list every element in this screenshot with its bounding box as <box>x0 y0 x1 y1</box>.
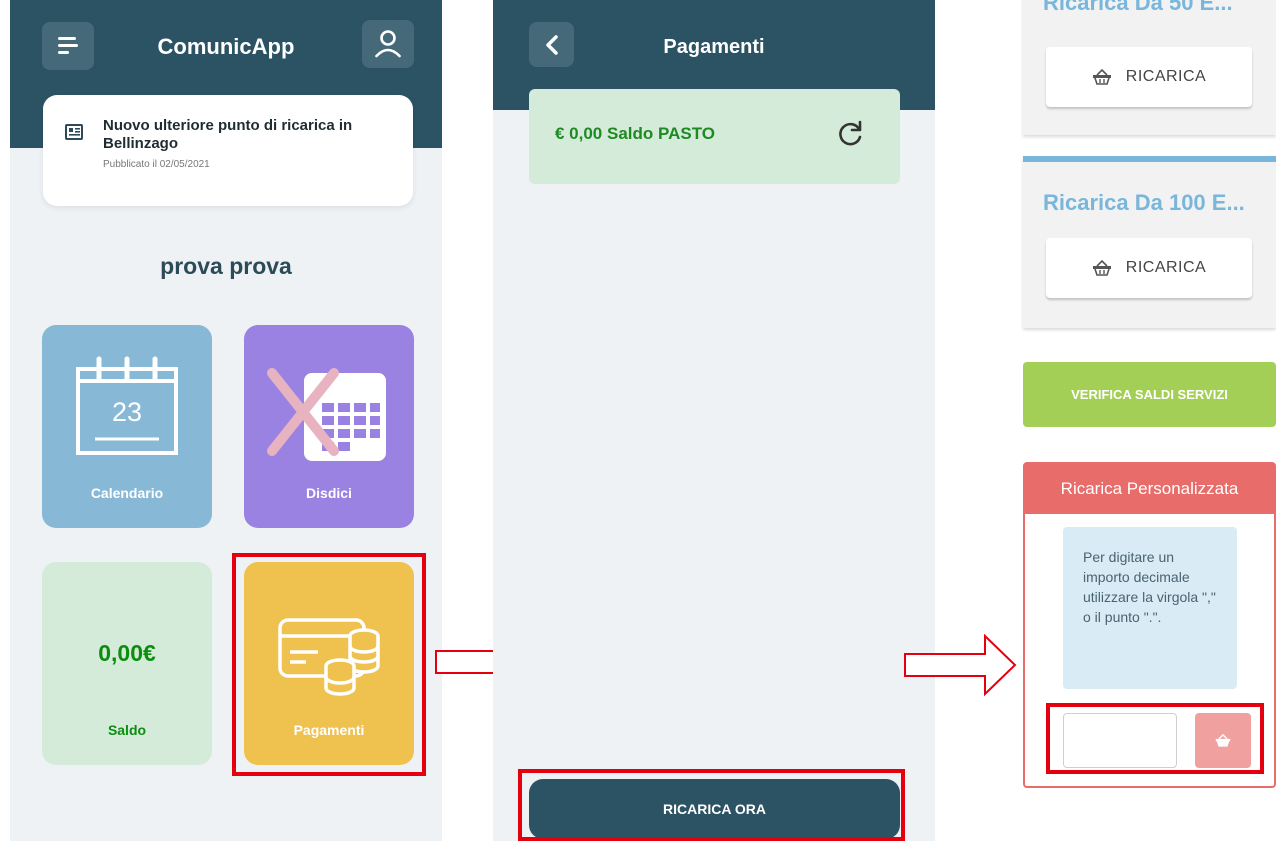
arrow-right-icon <box>904 634 1017 696</box>
recharge-screen: Ricarica Da 50 E... RICARICA Ricarica Da… <box>1020 0 1276 841</box>
profile-button[interactable] <box>362 20 414 68</box>
recharge-card-50-title: Ricarica Da 50 E... <box>1043 0 1233 15</box>
tile-saldo-label: Saldo <box>107 722 147 738</box>
tile-pagamenti[interactable]: Pagamenti <box>244 562 414 765</box>
recharge-100-button[interactable]: RICARICA <box>1046 238 1252 298</box>
news-date: Pubblicato il 02/05/2021 <box>103 159 210 170</box>
recharge-50-button[interactable]: RICARICA <box>1046 47 1252 107</box>
user-icon <box>375 30 401 58</box>
balance-text: € 0,00 Saldo PASTO <box>555 124 715 143</box>
user-name: prova prova <box>160 253 292 279</box>
refresh-icon[interactable] <box>835 119 865 149</box>
news-card[interactable]: Nuovo ulteriore punto di ricarica in Bel… <box>43 95 413 206</box>
tile-disdici[interactable]: Disdici <box>244 325 414 528</box>
tile-calendario-label: Calendario <box>90 485 164 501</box>
saldo-amount: 0,00€ <box>98 640 156 666</box>
basket-icon <box>1092 260 1111 276</box>
basket-icon <box>1215 734 1231 747</box>
tile-saldo[interactable]: 0,00€ Saldo <box>42 562 212 765</box>
recharge-card-100-title: Ricarica Da 100 E... <box>1043 190 1245 215</box>
tile-disdici-label: Disdici <box>306 485 352 501</box>
home-screen: ComunicApp Nuovo ulteriore punto di rica… <box>10 0 442 841</box>
custom-recharge-header: Ricarica Personalizzata <box>1025 464 1274 514</box>
payments-icon <box>278 618 380 696</box>
recharge-card-100: Ricarica Da 100 E... RICARICA <box>1023 156 1276 328</box>
recharge-100-label: RICARICA <box>1125 259 1207 276</box>
verify-balances-button[interactable]: VERIFICA SALDI SERVIZI <box>1023 362 1276 427</box>
tile-pagamenti-label: Pagamenti <box>293 722 365 738</box>
recharge-now-button[interactable]: RICARICA ORA <box>529 779 900 839</box>
calendar-cancel-icon <box>267 368 386 461</box>
amount-input[interactable] <box>1063 713 1177 768</box>
recharge-50-label: RICARICA <box>1125 68 1207 85</box>
add-to-cart-button[interactable] <box>1195 713 1251 768</box>
basket-icon <box>1092 69 1111 85</box>
payments-screen: Pagamenti € 0,00 Saldo PASTO RICARICA OR… <box>493 0 935 841</box>
page-title: Pagamenti <box>663 36 765 58</box>
news-title: Nuovo ulteriore punto di ricarica in Bel… <box>103 117 353 152</box>
calendar-day: 23 <box>111 397 143 427</box>
decimal-info-box: Per digitare un importo decimale utilizz… <box>1063 527 1237 689</box>
balance-card: € 0,00 Saldo PASTO <box>529 89 900 184</box>
recharge-card-50: Ricarica Da 50 E... RICARICA <box>1023 0 1276 135</box>
newspaper-icon <box>65 124 83 140</box>
custom-recharge-panel: Ricarica Personalizzata Per digitare un … <box>1023 462 1276 788</box>
tile-calendario[interactable]: 23 Calendario <box>42 325 212 528</box>
